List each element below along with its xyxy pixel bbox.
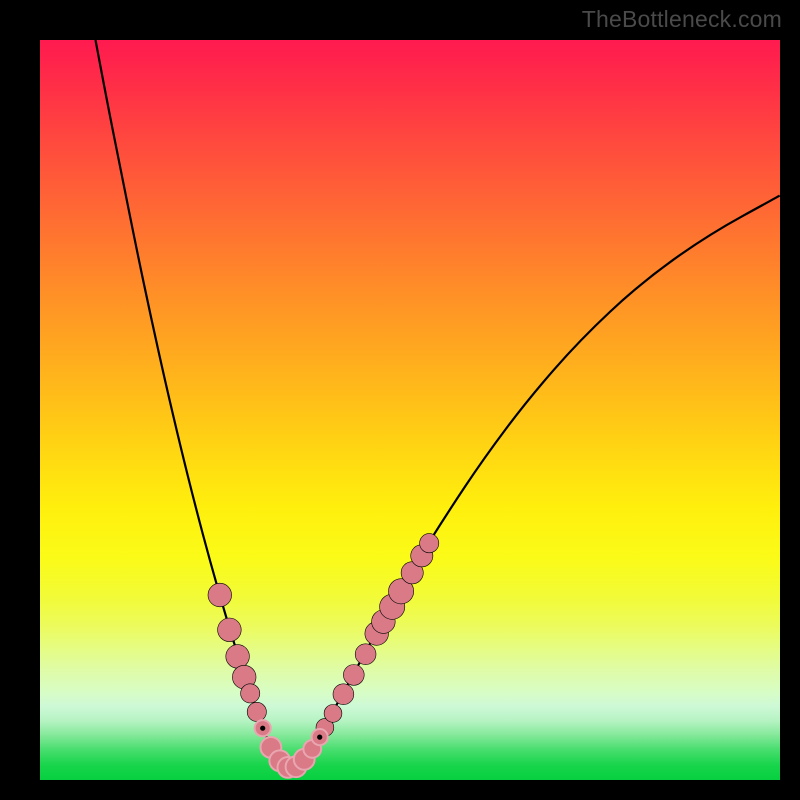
watermark-text: TheBottleneck.com	[582, 6, 782, 33]
chart-frame: TheBottleneck.com	[0, 0, 800, 800]
valley-marker-center	[317, 735, 322, 740]
right-branch-marker	[355, 644, 376, 665]
left-branch-marker	[241, 684, 260, 703]
left-branch-marker	[208, 583, 232, 607]
left-branch-marker	[218, 618, 242, 642]
right-branch-marker	[333, 684, 354, 705]
right-branch-marker	[343, 665, 364, 686]
right-branch-marker	[324, 705, 342, 723]
right-branch-marker	[420, 534, 439, 553]
left-branch-marker	[247, 702, 266, 721]
plot-area	[40, 40, 780, 780]
curve-markers	[40, 40, 780, 780]
valley-marker-center	[260, 726, 265, 731]
left-branch-marker	[226, 645, 250, 669]
